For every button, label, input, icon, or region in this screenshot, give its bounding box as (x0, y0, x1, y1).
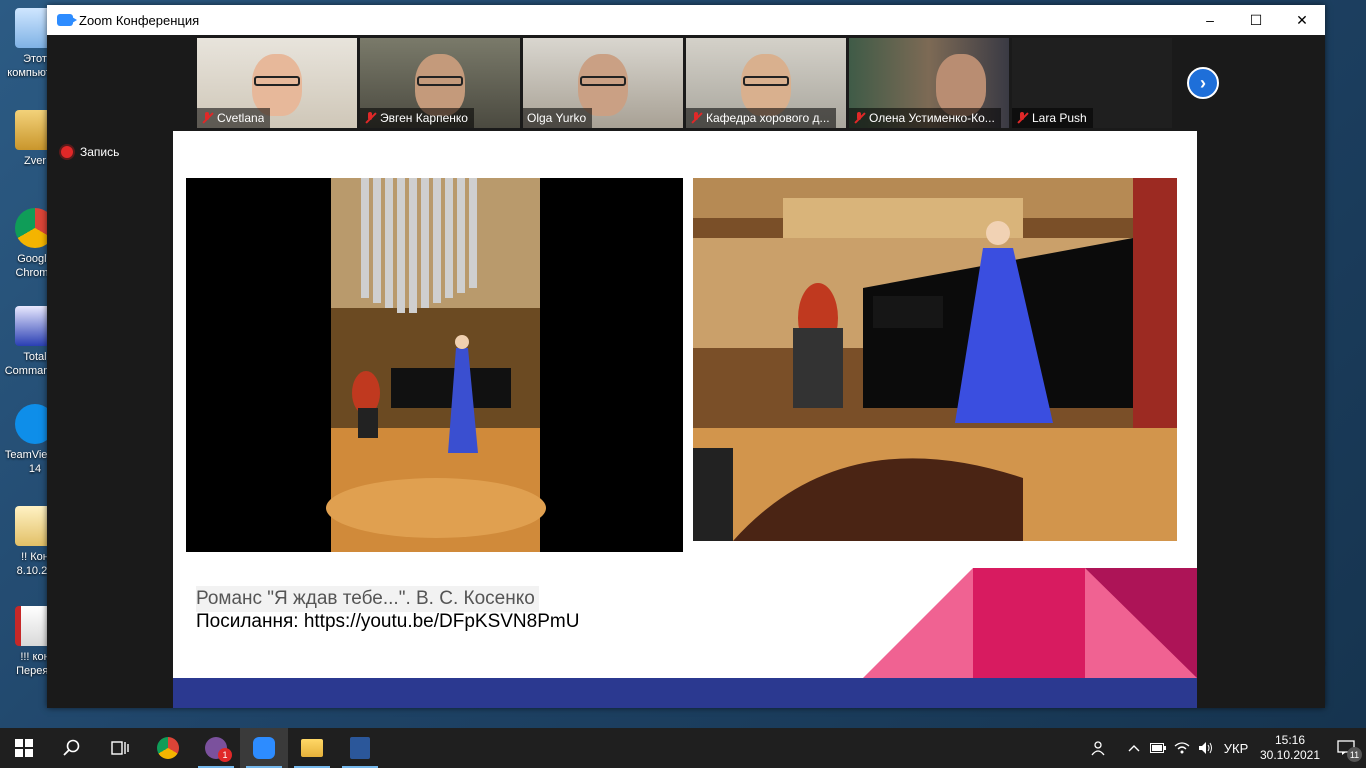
participant-nameplate: Olga Yurko (523, 108, 593, 128)
participant-strip: Cvetlana Эвген Карпенко Olga Yurko Кафед… (197, 38, 1175, 128)
recording-icon (61, 146, 73, 158)
notification-badge: 1 (218, 748, 232, 762)
task-view-button[interactable] (96, 728, 144, 768)
zoom-app-icon (57, 14, 77, 26)
notification-count-badge: 11 (1347, 747, 1362, 762)
taskbar-zoom[interactable] (240, 728, 288, 768)
word-icon (350, 737, 370, 759)
participant-nameplate: Lara Push (1012, 108, 1093, 128)
minimize-button[interactable]: – (1187, 5, 1233, 35)
recording-label: Запись (80, 145, 120, 159)
language-indicator[interactable]: УКР (1218, 728, 1254, 768)
participant-tile[interactable]: Кафедра хорового д... (686, 38, 846, 128)
participant-glasses (254, 76, 300, 86)
slide-caption-title: Романс "Я ждав тебе...". В. С. Косенко (196, 586, 539, 612)
participant-name: Эвген Карпенко (380, 111, 468, 125)
shared-slide: Романс "Я ждав тебе...". В. С. Косенко П… (173, 131, 1197, 708)
concert-photo-right (693, 178, 1177, 541)
concert-photo-right-image (693, 178, 1177, 541)
next-page-button[interactable]: › (1187, 67, 1219, 99)
participant-name: Олена Устименко-Ко... (869, 111, 995, 125)
participant-face (936, 54, 986, 116)
zoom-window: Zoom Конференция – ☐ ✕ Запись Cvetlana Э… (47, 5, 1325, 708)
chevron-right-icon: › (1200, 72, 1206, 93)
zoom-icon (253, 737, 275, 759)
participant-tile[interactable]: Олена Устименко-Ко... (849, 38, 1009, 128)
participant-glasses (580, 76, 626, 86)
participant-tile[interactable]: Lara Push (1012, 38, 1172, 128)
concert-photo-left-image (186, 178, 683, 552)
slide-footer-bar (173, 678, 1197, 708)
search-icon (63, 739, 80, 756)
people-icon[interactable] (1086, 728, 1110, 768)
mic-muted-icon (1016, 112, 1028, 124)
mic-muted-icon (201, 112, 213, 124)
window-title: Zoom Конференция (79, 12, 200, 28)
clock-date: 30.10.2021 (1259, 748, 1321, 762)
concert-photo-left (186, 178, 683, 552)
participant-nameplate: Олена Устименко-Ко... (849, 108, 1001, 128)
task-view-icon (111, 741, 129, 755)
mic-muted-icon (364, 112, 376, 124)
clock-time: 15:16 (1274, 733, 1306, 747)
participant-name: Lara Push (1032, 111, 1087, 125)
file-explorer-icon (301, 739, 323, 757)
participant-nameplate: Cvetlana (197, 108, 271, 128)
chevron-up-icon[interactable] (1122, 728, 1146, 768)
taskbar-viber[interactable]: 1 (192, 728, 240, 768)
participant-tile-active[interactable]: Olga Yurko (523, 38, 683, 128)
clock[interactable]: 15:16 30.10.2021 (1254, 733, 1326, 763)
taskbar-file-explorer[interactable] (288, 728, 336, 768)
close-button[interactable]: ✕ (1279, 5, 1325, 35)
battery-icon[interactable] (1146, 728, 1170, 768)
recording-indicator[interactable]: Запись (61, 145, 119, 159)
taskbar-word[interactable] (336, 728, 384, 768)
window-controls: – ☐ ✕ (1187, 5, 1325, 35)
participant-nameplate: Эвген Карпенко (360, 108, 474, 128)
participant-name: Кафедра хорового д... (706, 111, 830, 125)
participant-tile[interactable]: Эвген Карпенко (360, 38, 520, 128)
maximize-button[interactable]: ☐ (1233, 5, 1279, 35)
participant-glasses (417, 76, 463, 86)
slide-decoration (863, 568, 1197, 678)
meeting-area: Запись Cvetlana Эвген Карпенко Olga Yurk… (47, 35, 1325, 708)
volume-icon[interactable] (1194, 728, 1218, 768)
action-center-button[interactable]: 11 (1326, 728, 1366, 768)
participant-glasses (743, 76, 789, 86)
windows-taskbar: 1 УКР 15:16 30.10.2021 11 (0, 728, 1366, 768)
mic-muted-icon (853, 112, 865, 124)
participant-name: Olga Yurko (527, 111, 587, 125)
slide-caption-link[interactable]: Посилання: https://youtu.be/DFpKSVN8PmU (196, 611, 579, 633)
windows-start-icon (15, 739, 33, 757)
window-titlebar[interactable]: Zoom Конференция – ☐ ✕ (47, 5, 1325, 35)
system-tray: УКР 15:16 30.10.2021 11 (1086, 728, 1366, 768)
wifi-icon[interactable] (1170, 728, 1194, 768)
mic-muted-icon (690, 112, 702, 124)
participant-nameplate: Кафедра хорового д... (686, 108, 836, 128)
search-button[interactable] (48, 728, 96, 768)
participant-name: Cvetlana (217, 111, 265, 125)
chrome-icon (157, 737, 179, 759)
taskbar-chrome[interactable] (144, 728, 192, 768)
start-button[interactable] (0, 728, 48, 768)
participant-tile[interactable]: Cvetlana (197, 38, 357, 128)
